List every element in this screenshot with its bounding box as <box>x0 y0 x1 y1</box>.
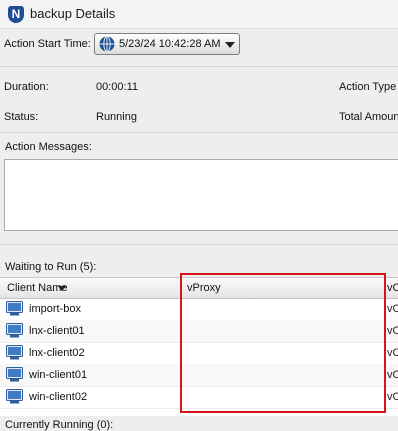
status-label: Status: <box>4 111 39 123</box>
action-start-time-label: Action Start Time: <box>4 38 91 50</box>
table-row[interactable]: lnx-client02 vC <box>0 342 398 365</box>
action-start-time-select[interactable]: 5/23/24 10:42:28 AM <box>94 33 240 55</box>
client-name: lnx-client01 <box>29 325 85 337</box>
table-row[interactable]: lnx-client01 vC <box>0 320 398 343</box>
client-name: win-client01 <box>29 369 88 381</box>
duration-label: Duration: <box>4 81 49 93</box>
computer-icon <box>6 367 23 382</box>
chevron-down-icon <box>225 42 235 48</box>
table-header: Client Name vProxy vC <box>0 278 398 299</box>
computer-icon <box>6 301 23 316</box>
computer-icon <box>6 345 23 360</box>
divider <box>0 66 398 67</box>
client-name: import-box <box>29 303 81 315</box>
computer-icon <box>6 323 23 338</box>
currently-running-label: Currently Running (0): <box>5 419 114 431</box>
action-messages-textarea[interactable] <box>4 159 398 231</box>
status-value: Running <box>96 111 137 123</box>
table-row[interactable]: import-box vC <box>0 298 398 321</box>
column-header-vproxy[interactable]: vProxy <box>187 282 221 294</box>
column-resize-handle[interactable] <box>384 278 385 298</box>
client-name: lnx-client02 <box>29 347 85 359</box>
computer-icon <box>6 389 23 404</box>
column-header-vc[interactable]: vC <box>387 282 398 294</box>
client-name: win-client02 <box>29 391 88 403</box>
action-messages-label: Action Messages: <box>5 141 92 153</box>
title-bar: N backup Details <box>0 0 398 29</box>
globe-icon <box>99 36 115 52</box>
table-row[interactable]: win-client01 vC <box>0 364 398 387</box>
table-row[interactable]: win-client02 vC <box>0 386 398 409</box>
app-logo-icon: N <box>8 6 24 23</box>
divider <box>0 132 398 133</box>
waiting-to-run-label: Waiting to Run (5): <box>5 261 97 273</box>
vc-cell: vC <box>387 325 398 337</box>
vc-cell: vC <box>387 369 398 381</box>
divider <box>0 244 398 245</box>
waiting-table: Client Name vProxy vC import-box vC lnx-… <box>0 277 398 416</box>
duration-value: 00:00:11 <box>96 81 139 93</box>
action-start-time-value: 5/23/24 10:42:28 AM <box>119 38 221 50</box>
vc-cell: vC <box>387 391 398 403</box>
column-resize-handle[interactable] <box>181 278 182 298</box>
total-amount-label: Total Amoun <box>339 111 398 123</box>
vc-cell: vC <box>387 347 398 359</box>
action-type-label: Action Type <box>339 81 397 93</box>
sort-down-icon[interactable] <box>58 286 66 291</box>
window-title: backup Details <box>30 6 116 21</box>
vc-cell: vC <box>387 303 398 315</box>
